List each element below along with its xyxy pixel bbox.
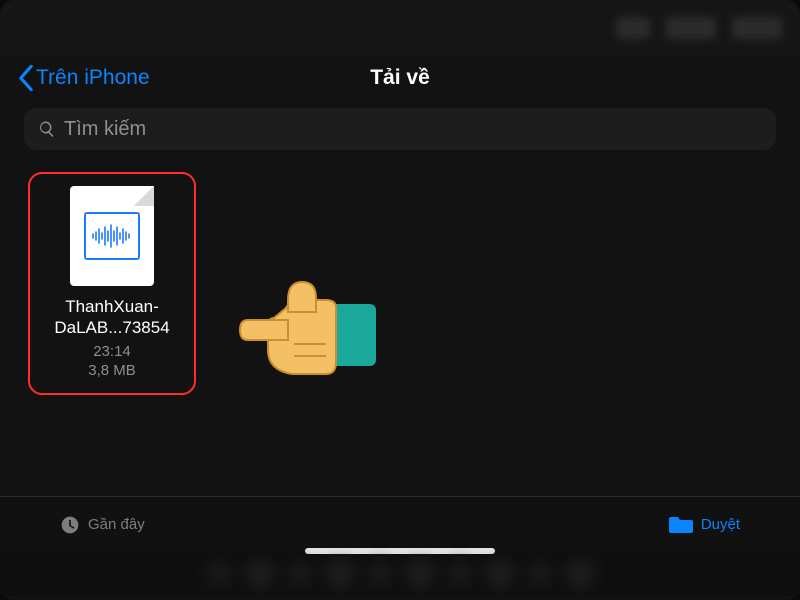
search-container: Tìm kiếm	[0, 100, 800, 156]
tab-bar: Gần đây Duyệt	[0, 496, 800, 552]
home-indicator[interactable]	[305, 548, 495, 554]
tab-recent[interactable]: Gần đây	[60, 515, 145, 535]
audio-waveform-icon	[84, 212, 140, 260]
page-title: Tải về	[370, 66, 430, 90]
file-timestamp: 23:14	[38, 343, 186, 360]
file-grid: ThanhXuan- DaLAB...73854 23:14 3,8 MB	[0, 156, 800, 496]
search-input[interactable]: Tìm kiếm	[24, 108, 776, 150]
status-indicator	[616, 17, 650, 39]
chevron-left-icon	[18, 65, 34, 91]
file-thumbnail	[70, 186, 154, 286]
folder-icon	[669, 515, 693, 535]
clock-icon	[60, 515, 80, 535]
files-app-screen: Trên iPhone Tải về Tìm kiếm	[0, 0, 800, 600]
tab-label: Gần đây	[88, 516, 145, 533]
file-size: 3,8 MB	[38, 362, 186, 379]
file-item-audio[interactable]: ThanhXuan- DaLAB...73854 23:14 3,8 MB	[28, 172, 196, 395]
search-icon	[38, 120, 56, 138]
back-button[interactable]: Trên iPhone	[18, 65, 150, 91]
pointing-hand-annotation	[230, 246, 380, 401]
dock-blur	[0, 552, 800, 596]
navigation-bar: Trên iPhone Tải về	[0, 56, 800, 100]
status-indicator	[732, 17, 782, 39]
tab-label: Duyệt	[701, 516, 740, 533]
file-name: ThanhXuan- DaLAB...73854	[38, 296, 186, 339]
status-indicator	[666, 17, 716, 39]
tab-browse[interactable]: Duyệt	[669, 515, 740, 535]
back-label: Trên iPhone	[36, 66, 150, 90]
search-placeholder: Tìm kiếm	[64, 118, 146, 141]
status-bar	[0, 0, 800, 56]
